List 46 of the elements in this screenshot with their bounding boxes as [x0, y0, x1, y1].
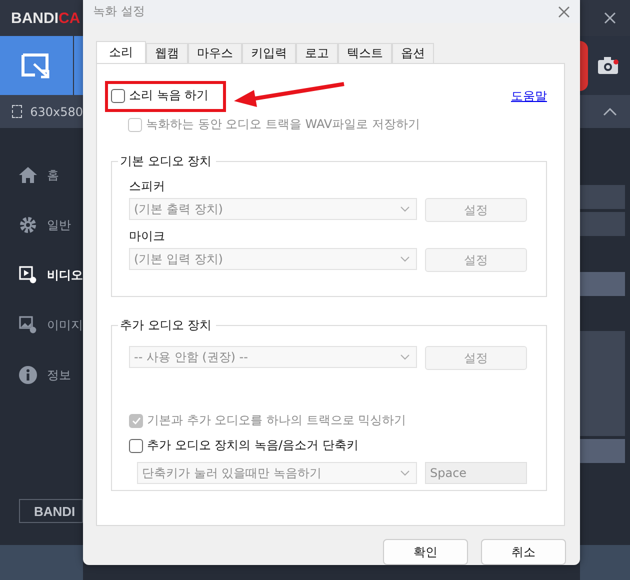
- status-bar: [580, 545, 630, 580]
- record-button[interactable]: [580, 40, 588, 90]
- help-link[interactable]: 도움말: [511, 88, 547, 105]
- app-logo: BANDICA: [11, 10, 80, 26]
- screen-mode-button[interactable]: [0, 36, 73, 95]
- selection-icon: [12, 105, 22, 118]
- close-icon[interactable]: [604, 12, 616, 24]
- sidebar-item[interactable]: 일반: [0, 200, 83, 250]
- chevron-down-icon: [400, 256, 410, 262]
- device-label: 마이크: [129, 228, 166, 246]
- panel: [580, 185, 625, 209]
- sidebar-item[interactable]: 홈: [0, 150, 83, 200]
- info-icon: [19, 366, 37, 384]
- chevron-up-icon[interactable]: [603, 108, 617, 116]
- home-icon: [19, 167, 37, 183]
- dialog-button[interactable]: 취소: [481, 539, 566, 565]
- gear-icon: [19, 216, 37, 234]
- checkbox[interactable]: 추가 오디오 장치의 녹음/음소거 단축키: [129, 437, 528, 454]
- tab[interactable]: 마우스: [188, 43, 242, 64]
- sidebar-item[interactable]: 정보: [0, 350, 83, 400]
- sidebar-item[interactable]: 이미지: [0, 300, 83, 350]
- chevron-down-icon: [400, 206, 410, 212]
- image-settings-icon: [19, 316, 37, 334]
- dialog-button[interactable]: 확인: [383, 539, 468, 565]
- panel: [580, 212, 625, 236]
- video-settings-icon: [19, 266, 37, 284]
- brand-button[interactable]: BANDI: [19, 499, 83, 523]
- close-icon[interactable]: [558, 6, 570, 18]
- window-title: 녹화 설정: [93, 3, 145, 20]
- check-icon: [132, 416, 140, 425]
- panel: [580, 272, 625, 296]
- chevron-down-icon: [400, 470, 410, 476]
- resize-icon: [20, 52, 52, 78]
- camera-icon[interactable]: [598, 56, 620, 74]
- size-label: 630x580: [30, 104, 83, 118]
- tab[interactable]: 소리: [96, 41, 146, 64]
- panel: [580, 439, 625, 463]
- tab[interactable]: 옵션: [392, 43, 434, 64]
- tab[interactable]: 웹캠: [146, 43, 188, 64]
- tab[interactable]: 텍스트: [338, 43, 392, 64]
- tab[interactable]: 로고: [296, 43, 338, 64]
- tab[interactable]: 키입력: [242, 43, 296, 64]
- device-label: 스피커: [129, 178, 166, 196]
- record-sound-checkbox[interactable]: 소리 녹음 하기: [111, 87, 209, 104]
- sidebar-item[interactable]: 비디오: [0, 250, 83, 300]
- chevron-down-icon: [400, 354, 410, 360]
